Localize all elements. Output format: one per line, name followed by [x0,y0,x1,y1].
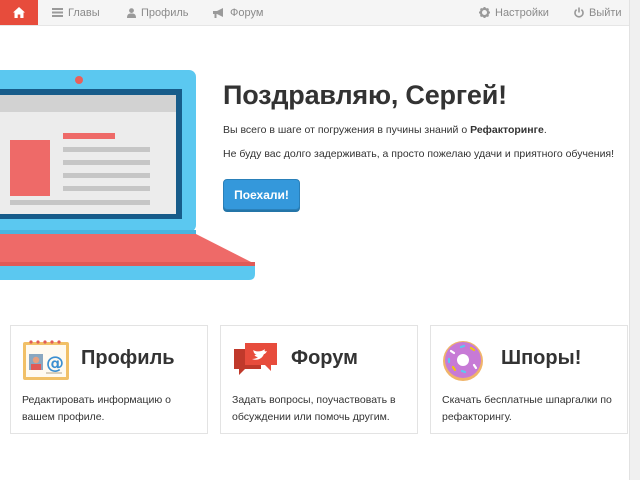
card-title: Шпоры! [501,347,582,369]
hero-topic: Рефакторинге [470,124,544,136]
page-title: Поздравляю, Сергей! [223,80,507,110]
chat-bubbles-icon [234,343,277,375]
nav-item-settings[interactable]: Настройки [479,0,549,25]
hero-wish-text: Не буду вас долго задерживать, а просто … [223,148,615,160]
nav-item-forum[interactable]: Форум [213,0,263,25]
nav-item-logout[interactable]: Выйти [574,0,622,25]
nav-label: Выйти [589,6,622,19]
megaphone-icon [213,7,223,18]
start-button[interactable]: Поехали! [223,179,300,210]
donut-icon [443,341,483,381]
svg-text:@: @ [46,353,64,374]
gear-icon [479,7,490,18]
scrollbar[interactable] [629,0,640,480]
nav-label: Настройки [495,6,549,19]
home-icon [13,7,25,18]
top-navbar: Главы Профиль Форум Настройки Выйти [0,0,630,26]
laptop-illustration [0,70,255,280]
nav-item-profile[interactable]: Профиль [127,0,189,25]
nav-label: Форум [230,6,264,19]
user-icon [127,7,136,18]
home-button[interactable] [0,0,38,25]
card-title: Форум [291,347,358,369]
card-cheatsheets[interactable]: Шпоры! Скачать бесплатные шпаргалки по р… [430,325,628,434]
card-description: Скачать бесплатные шпаргалки по рефактор… [442,394,612,423]
nav-label: Главы [68,6,100,19]
card-profile[interactable]: @ Профиль Редактировать информацию о ваш… [10,325,208,434]
profile-card-icon: @ [23,340,69,380]
nav-item-chapters[interactable]: Главы [52,0,100,25]
card-title: Профиль [81,347,175,369]
power-icon [574,7,584,18]
card-description: Задать вопросы, поучаствовать в обсужден… [232,394,396,423]
nav-label: Профиль [141,6,189,19]
hero-intro-text: Вы всего в шаге от погружения в пучины з… [223,124,547,136]
card-forum[interactable]: Форум Задать вопросы, поучаствовать в об… [220,325,418,434]
card-description: Редактировать информацию о вашем профиле… [22,394,171,423]
list-icon [52,8,63,17]
